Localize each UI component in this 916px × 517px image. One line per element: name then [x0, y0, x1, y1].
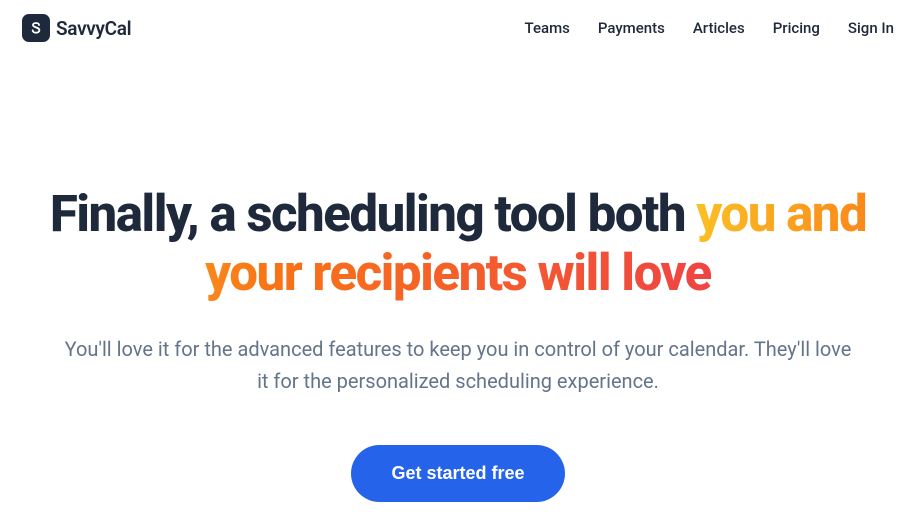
hero-headline-plain: Finally, a scheduling tool both [50, 185, 696, 244]
hero-headline: Finally, a scheduling tool both you and … [20, 186, 896, 303]
nav-link-pricing[interactable]: Pricing [773, 19, 820, 37]
nav-link-sign-in[interactable]: Sign In [848, 19, 894, 37]
nav-link-payments[interactable]: Payments [598, 19, 665, 37]
nav-link-teams[interactable]: Teams [525, 19, 570, 37]
logo-s-icon [28, 20, 44, 36]
primary-nav: Teams Payments Articles Pricing Sign In [525, 19, 895, 37]
brand-name: SavvyCal [56, 17, 131, 40]
savvycal-logo-icon [22, 14, 50, 42]
get-started-button[interactable]: Get started free [351, 445, 564, 502]
nav-link-articles[interactable]: Articles [693, 19, 745, 37]
hero-subtitle: You'll love it for the advanced features… [58, 333, 858, 397]
hero-section: Finally, a scheduling tool both you and … [0, 56, 916, 502]
site-header: SavvyCal Teams Payments Articles Pricing… [0, 0, 916, 56]
brand-logo[interactable]: SavvyCal [22, 14, 131, 42]
